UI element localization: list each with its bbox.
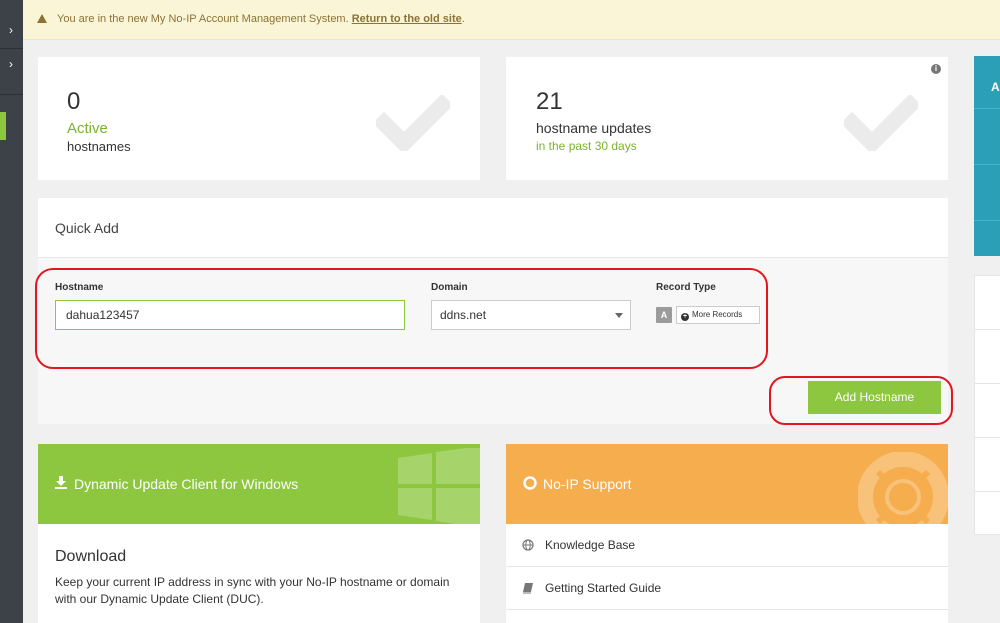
active-label: Active xyxy=(67,120,108,137)
notice-bar: You are in the new My No-IP Account Mana… xyxy=(23,0,1000,40)
info-icon[interactable]: i xyxy=(931,64,941,74)
duc-panel-body: Download Keep your current IP address in… xyxy=(38,524,480,623)
updates-count: 21 xyxy=(536,88,563,115)
warning-icon xyxy=(37,14,47,23)
globe-icon xyxy=(522,539,534,551)
support-title: No-IP Support xyxy=(543,476,632,492)
download-heading[interactable]: Download xyxy=(55,548,126,566)
right-panel-divider xyxy=(974,164,1000,165)
quick-add-title: Quick Add xyxy=(55,220,119,236)
notice-suffix: . xyxy=(461,13,465,25)
updates-label: hostname updates xyxy=(536,120,652,136)
annotation-oval-form xyxy=(35,268,768,369)
right-panel-divider xyxy=(974,220,1000,221)
support-item-getting-started[interactable]: Getting Started Guide xyxy=(506,567,948,610)
right-list-divider xyxy=(975,383,1000,384)
right-account-panel: A xyxy=(974,56,1000,256)
right-list-divider xyxy=(975,534,1000,535)
annotation-oval-button xyxy=(769,376,953,425)
duc-title: Dynamic Update Client for Windows xyxy=(74,476,299,492)
checkmark-icon xyxy=(376,95,450,151)
right-panel-label: A xyxy=(991,80,1000,94)
duc-panel-header[interactable]: Dynamic Update Client for Windows xyxy=(38,444,480,524)
duc-description: Keep your current IP address in sync wit… xyxy=(55,575,450,606)
right-list-divider xyxy=(975,491,1000,492)
notice-text: You are in the new My No-IP Account Mana… xyxy=(57,13,352,25)
download-icon xyxy=(55,476,67,489)
right-panel-divider xyxy=(974,108,1000,109)
support-item-label: Getting Started Guide xyxy=(545,581,662,595)
right-list-divider xyxy=(975,329,1000,330)
active-count: 0 xyxy=(67,88,81,115)
book-icon xyxy=(523,583,533,594)
right-list-divider xyxy=(975,275,1000,276)
lifebuoy-icon xyxy=(523,476,537,490)
left-nav-strip: › › xyxy=(0,0,23,623)
nav-divider xyxy=(0,94,23,95)
windows-logo-icon xyxy=(398,448,480,524)
nav-divider xyxy=(0,48,23,49)
support-panel-header[interactable]: No-IP Support xyxy=(506,444,948,524)
checkmark-icon xyxy=(844,95,918,151)
hostnames-label: hostnames xyxy=(67,139,131,154)
support-item-knowledge-base[interactable]: Knowledge Base xyxy=(506,524,948,567)
hostname-updates-card[interactable]: 21 hostname updates in the past 30 days xyxy=(506,57,948,180)
lifebuoy-icon xyxy=(858,452,948,524)
support-panel-body: Knowledge Base Getting Started Guide xyxy=(506,524,948,623)
right-list-divider xyxy=(975,437,1000,438)
old-site-link[interactable]: Return to the old site xyxy=(352,13,462,25)
nav-active-indicator[interactable] xyxy=(0,112,6,140)
support-item-label: Knowledge Base xyxy=(545,538,636,552)
right-list-panel xyxy=(974,275,1000,535)
updates-period: in the past 30 days xyxy=(536,139,637,153)
chevron-right-icon[interactable]: › xyxy=(4,57,18,71)
active-hostnames-card[interactable]: 0 Active hostnames xyxy=(38,57,480,180)
chevron-right-icon[interactable]: › xyxy=(4,23,18,37)
